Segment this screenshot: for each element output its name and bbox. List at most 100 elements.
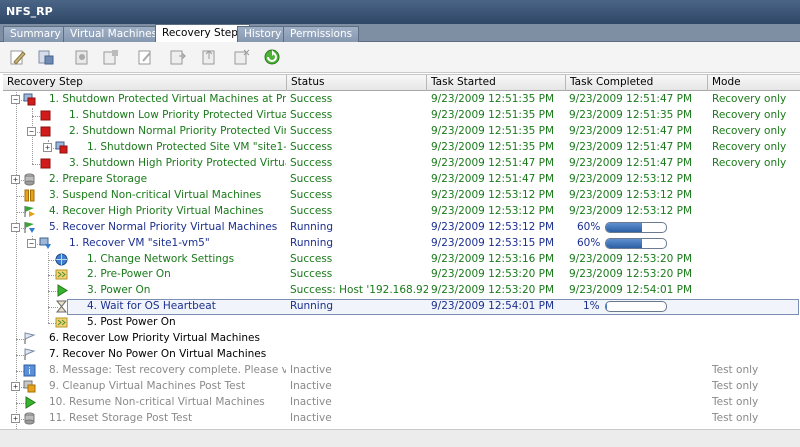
script-icon xyxy=(55,316,68,329)
tree-row[interactable]: 4. Wait for OS Heartbeat Running 9/23/2009… xyxy=(3,299,800,316)
horizontal-scrollbar[interactable] xyxy=(0,429,800,447)
tab-history[interactable]: History xyxy=(237,26,289,42)
column-task-started[interactable]: Task Started xyxy=(427,75,566,91)
step-task-completed: 9/23/2009 12:53:12 PM xyxy=(569,204,693,217)
flag-pending-icon xyxy=(23,348,36,361)
copy-icon[interactable] xyxy=(136,47,156,67)
step-task-started: 9/23/2009 12:53:20 PM xyxy=(431,268,555,281)
expand-icon[interactable]: + xyxy=(11,414,20,423)
tree-row[interactable]: 1. Shutdown Low Priority Protected Virtu… xyxy=(3,108,800,124)
step-task-started: 9/23/2009 12:53:12 PM xyxy=(431,220,555,233)
step-mode xyxy=(712,332,800,346)
step-name: 3. Suspend Non-critical Virtual Machines xyxy=(49,188,262,201)
step-name: 1. Change Network Settings xyxy=(87,252,235,265)
step-status xyxy=(290,316,428,330)
step-name: 10. Resume Non-critical Virtual Machines xyxy=(49,396,265,409)
step-name: 5. Recover Normal Priority Virtual Machi… xyxy=(49,220,278,233)
step-task-started: 9/23/2009 12:53:20 PM xyxy=(431,284,555,297)
toolbar xyxy=(0,42,800,73)
step-task-completed: 9/23/2009 12:51:47 PM xyxy=(569,140,693,153)
delete-icon[interactable] xyxy=(72,47,92,67)
step-status xyxy=(290,348,428,362)
tree-row[interactable]: 5. Post Power On xyxy=(3,315,800,331)
tree-row[interactable]: 4. Recover High Priority Virtual Machine… xyxy=(3,204,800,220)
column-recovery-step[interactable]: Recovery Step xyxy=(3,75,287,91)
step-task-started: 9/23/2009 12:51:35 PM xyxy=(431,124,555,137)
step-mode xyxy=(712,205,800,219)
tree-row[interactable]: − 1. Recover VM "site1-vm5" Running 9/23/20… xyxy=(3,236,800,252)
tree-row[interactable]: 2. Pre-Power On Success 9/23/2009 12:53:20… xyxy=(3,267,800,283)
tree-row[interactable]: +2. Prepare Storage Success 9/23/2009 12:5… xyxy=(3,172,800,188)
step-mode xyxy=(712,284,800,298)
collapse-icon[interactable]: − xyxy=(11,95,20,104)
tree-row[interactable]: 3. Shutdown High Priority Protected Virt… xyxy=(3,156,800,172)
tab-summary[interactable]: Summary xyxy=(3,26,68,42)
collapse-icon[interactable]: − xyxy=(27,126,36,136)
tree-row[interactable]: +1. Shutdown Protected Site VM "site1-..… xyxy=(3,140,800,156)
tree-row[interactable]: 1. Change Network Settings Success 9/23/20… xyxy=(3,252,800,268)
step-mode xyxy=(712,189,800,203)
vm-shutdown-icon xyxy=(55,141,68,154)
tab-virtual-machines[interactable]: Virtual Machines xyxy=(63,26,165,42)
add-icon[interactable] xyxy=(101,47,121,67)
step-mode xyxy=(712,316,800,330)
step-name: 1. Shutdown Protected Site VM "site1-... xyxy=(87,140,286,153)
remove-icon[interactable] xyxy=(232,47,252,67)
collapse-icon[interactable]: − xyxy=(27,238,36,248)
progress-label: 60% xyxy=(577,236,601,249)
step-mode xyxy=(712,253,800,267)
step-task-started xyxy=(431,412,565,426)
import-icon[interactable] xyxy=(200,47,220,67)
step-name: 4. Wait for OS Heartbeat xyxy=(87,300,216,313)
collapse-icon[interactable]: − xyxy=(11,222,20,232)
tab-permissions[interactable]: Permissions xyxy=(283,26,360,42)
expand-icon[interactable]: + xyxy=(43,142,52,152)
stop-icon xyxy=(39,157,52,170)
cleanup-icon xyxy=(23,380,36,393)
step-name: 9. Cleanup Virtual Machines Post Test xyxy=(49,380,246,393)
step-task-started: 9/23/2009 12:53:15 PM xyxy=(431,236,555,249)
shutdown-group-icon xyxy=(23,93,36,106)
step-task-started: 9/23/2009 12:53:16 PM xyxy=(431,252,555,265)
script-icon xyxy=(55,268,68,281)
step-mode xyxy=(712,237,800,251)
expand-icon[interactable]: + xyxy=(11,382,20,392)
tree-row[interactable]: +9. Cleanup Virtual Machines Post Test In… xyxy=(3,379,800,395)
tree-row[interactable]: 7. Recover No Power On Virtual Machines xyxy=(3,347,800,363)
step-name: 6. Recover Low Priority Virtual Machines xyxy=(49,332,260,345)
tree-row[interactable]: +11. Reset Storage Post Test Inactive Test… xyxy=(3,411,800,427)
network-icon xyxy=(55,253,68,266)
step-task-completed: 9/23/2009 12:53:12 PM xyxy=(569,172,693,185)
step-task-started xyxy=(431,316,565,330)
column-mode[interactable]: Mode xyxy=(708,75,800,91)
vm-recover-icon xyxy=(39,237,52,250)
progress-bar xyxy=(605,237,667,249)
step-task-completed: 9/23/2009 12:54:01 PM xyxy=(569,284,693,297)
edit-step-icon[interactable] xyxy=(8,47,28,67)
step-task-started: 9/23/2009 12:51:35 PM xyxy=(431,140,555,153)
tree-row[interactable]: − 1. Shutdown Protected Virtual Machines … xyxy=(3,92,800,108)
column-header: Recovery Step Status Task Started Task C… xyxy=(3,74,800,91)
step-task-started: 9/23/2009 12:51:35 PM xyxy=(431,93,555,105)
tree-row[interactable]: − 2. Shutdown Normal Priority Protected V… xyxy=(3,124,800,140)
progress-fill xyxy=(606,238,642,248)
stop-icon xyxy=(39,125,52,138)
column-status[interactable]: Status xyxy=(287,75,427,91)
tree-row[interactable]: i 8. Message: Test recovery complete. Ple… xyxy=(3,363,800,379)
step-status: Running xyxy=(290,220,334,233)
save-icon[interactable] xyxy=(36,47,56,67)
tree-row[interactable]: 3. Power On Success: Host '192.168.92... 9… xyxy=(3,283,800,299)
step-status: Inactive xyxy=(290,380,332,393)
tree-row[interactable]: 3. Suspend Non-critical Virtual Machines… xyxy=(3,188,800,204)
expand-icon[interactable]: + xyxy=(11,174,20,184)
step-task-completed: 9/23/2009 12:53:20 PM xyxy=(569,268,693,281)
column-task-completed[interactable]: Task Completed xyxy=(566,75,708,91)
tree-row[interactable]: − 5. Recover Normal Priority Virtual Mach… xyxy=(3,220,800,236)
step-task-completed: 9/23/2009 12:51:47 PM xyxy=(569,124,693,137)
export-icon[interactable] xyxy=(168,47,188,67)
recovery-steps-tree: − 1. Shutdown Protected Virtual Machines … xyxy=(3,92,800,435)
tree-row[interactable]: 10. Resume Non-critical Virtual Machines… xyxy=(3,395,800,411)
tree-row[interactable]: 6. Recover Low Priority Virtual Machines xyxy=(3,331,800,347)
step-status xyxy=(290,332,428,346)
refresh-icon[interactable] xyxy=(262,47,282,67)
